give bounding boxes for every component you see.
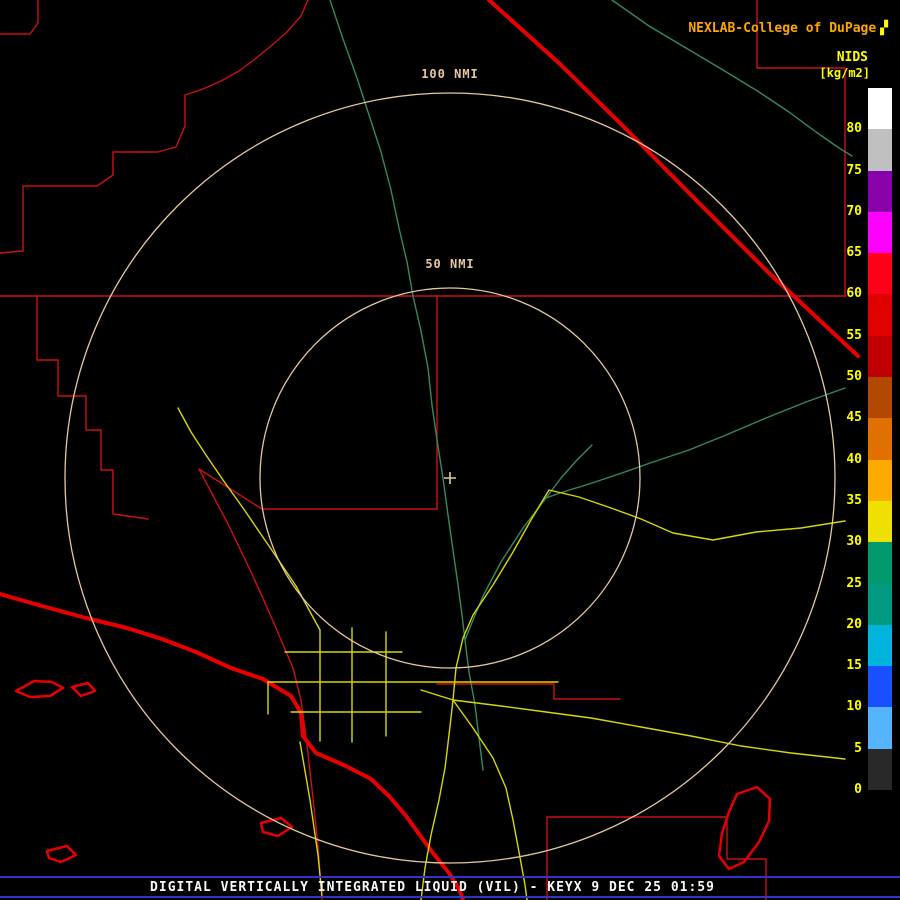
coastline — [0, 594, 463, 900]
island — [16, 681, 63, 697]
colorbar-segment — [868, 418, 892, 459]
colorbar-segment — [868, 129, 892, 170]
colorbar-segment — [868, 294, 892, 335]
county-line — [37, 296, 148, 519]
road — [453, 700, 845, 759]
colorbar-tick-label: 65 — [818, 245, 862, 260]
islands — [16, 681, 770, 869]
island — [47, 846, 76, 862]
colorbar-tick-label: 75 — [818, 163, 862, 178]
roads — [178, 408, 845, 900]
colorbar-tick-label: 45 — [818, 410, 862, 425]
radar-map — [0, 0, 900, 900]
colorbar-tick-label: 0 — [818, 782, 862, 797]
road — [421, 690, 453, 700]
colorbar-tick-label: 30 — [818, 534, 862, 549]
county-boundaries — [0, 0, 846, 900]
colorbar-tick-label: 60 — [818, 286, 862, 301]
colorbar-segment — [868, 88, 892, 129]
colorbar-tick-label: 80 — [818, 121, 862, 136]
colorbar-segment — [868, 749, 892, 790]
island — [72, 683, 95, 696]
footer-rule-bottom — [0, 896, 900, 898]
county-line — [0, 0, 38, 34]
cod-logo-icon: ▞ — [880, 21, 888, 36]
colorbar-tick-label: 35 — [818, 493, 862, 508]
colorbar-segment — [868, 501, 892, 542]
colorbar-segment — [868, 377, 892, 418]
colorbar-tick-label: 10 — [818, 699, 862, 714]
radar-display: NEXLAB-College of DuPage▞ NIDS [kg/m2] 1… — [0, 0, 900, 900]
colorbar-tick-label: 70 — [818, 204, 862, 219]
colorbar-segment — [868, 666, 892, 707]
county-line — [0, 0, 308, 253]
road — [421, 638, 463, 900]
colorbar-segment — [868, 212, 892, 253]
product-title: DIGITAL VERTICALLY INTEGRATED LIQUID (VI… — [0, 880, 865, 895]
colorbar-segment — [868, 253, 892, 294]
colorbar-tick-label: 15 — [818, 658, 862, 673]
colorbar-tick-label: 20 — [818, 617, 862, 632]
interstate-highways — [0, 0, 858, 900]
colorbar-segment — [868, 707, 892, 748]
colorbar-tick-label: 25 — [818, 576, 862, 591]
road — [300, 742, 322, 896]
rivers — [330, 0, 852, 770]
river — [465, 388, 845, 770]
colorbar-segment — [868, 625, 892, 666]
road — [463, 490, 845, 638]
county-line — [199, 469, 262, 509]
colorbar-ticks: 80757065605550454035302520151050 — [818, 0, 862, 800]
colorbar-segment — [868, 584, 892, 625]
colorbar-tick-label: 55 — [818, 328, 862, 343]
footer-rule-top — [0, 876, 900, 878]
colorbar-segment — [868, 460, 892, 501]
colorbar-tick-label: 5 — [818, 741, 862, 756]
road — [178, 408, 320, 630]
colorbar-tick-label: 40 — [818, 452, 862, 467]
colorbar-tick-label: 50 — [818, 369, 862, 384]
colorbar-segment — [868, 542, 892, 583]
colorbar-segment — [868, 171, 892, 212]
range-rings — [65, 93, 835, 863]
colorbar-segment — [868, 336, 892, 377]
colorbar — [868, 88, 892, 790]
radar-center-marker — [444, 472, 456, 484]
highway-diagonal — [489, 0, 858, 356]
range-ring-label-50nmi: 50 NMI — [409, 257, 491, 271]
county-line — [437, 684, 620, 699]
range-ring-label-100nmi: 100 NMI — [405, 67, 495, 81]
road — [453, 700, 527, 900]
